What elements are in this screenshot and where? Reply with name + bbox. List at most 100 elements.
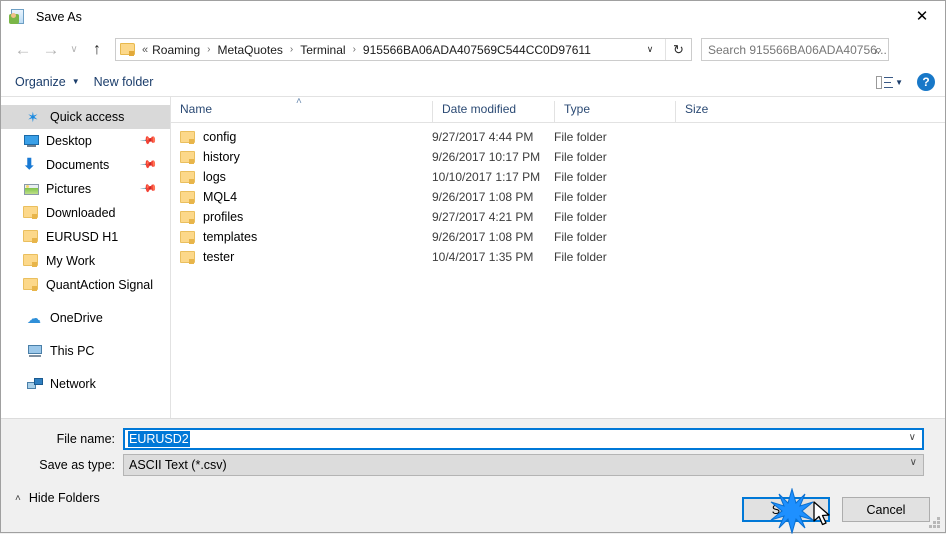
folder-icon xyxy=(23,277,40,293)
star-icon: ✶ xyxy=(27,109,39,125)
sidebar-item-quantaction-signal[interactable]: QuantAction Signal xyxy=(1,273,170,297)
hide-folders-button[interactable]: ˄ Hide Folders xyxy=(15,491,100,505)
table-row[interactable]: profiles 9/27/2017 4:21 PM File folder xyxy=(171,207,945,227)
file-date-cell: 9/26/2017 1:08 PM xyxy=(432,230,534,244)
file-name-input[interactable]: EURUSD2 ∨ xyxy=(123,428,924,450)
pin-icon[interactable]: 📌 xyxy=(140,131,159,150)
sidebar-item-this-pc[interactable]: This PC xyxy=(1,339,170,363)
column-header-size[interactable]: Size xyxy=(675,101,753,122)
window-title: Save As xyxy=(36,9,82,24)
refresh-icon[interactable]: ↻ xyxy=(665,39,691,60)
file-name-cell: logs xyxy=(171,170,432,184)
sidebar-divider xyxy=(1,363,170,372)
sidebar-item-documents[interactable]: ⬇ Documents 📌 xyxy=(1,153,170,177)
save-button[interactable]: Save xyxy=(742,497,830,522)
file-date-cell: 9/26/2017 10:17 PM xyxy=(432,150,541,164)
breadcrumb-separator: › xyxy=(352,44,356,55)
folder-icon xyxy=(180,191,195,204)
documents-icon: ⬇ xyxy=(23,156,36,173)
breadcrumb-item-terminal[interactable]: Terminal xyxy=(298,43,347,57)
resize-grip[interactable] xyxy=(928,516,940,528)
content-panes: ✶ Quick access Desktop 📌 ⬇ Documents 📌 P… xyxy=(1,96,945,418)
sidebar-divider xyxy=(1,330,170,339)
sidebar-item-network[interactable]: Network xyxy=(1,372,170,396)
file-list-pane: Name ˄ Date modified Type Size config 9/… xyxy=(171,96,945,418)
view-options-icon[interactable] xyxy=(876,75,894,89)
command-toolbar: Organize ▼ New folder ▼ ? xyxy=(1,67,945,97)
file-name-cell: profiles xyxy=(171,210,432,224)
back-icon[interactable]: ← xyxy=(9,35,37,65)
table-row[interactable]: tester 10/4/2017 1:35 PM File folder xyxy=(171,247,945,267)
table-row[interactable]: history 9/26/2017 10:17 PM File folder xyxy=(171,147,945,167)
sidebar-item-label: Documents xyxy=(46,158,110,172)
chevron-down-icon[interactable]: ▼ xyxy=(895,78,903,87)
file-name-label: logs xyxy=(203,170,226,184)
save-form: File name: EURUSD2 ∨ Save as type: ASCII… xyxy=(1,418,945,488)
file-name-cell: MQL4 xyxy=(171,190,432,204)
folder-icon xyxy=(23,253,40,269)
pin-icon[interactable]: 📌 xyxy=(140,155,159,174)
new-folder-label: New folder xyxy=(93,74,154,89)
sidebar-item-label: OneDrive xyxy=(50,311,103,325)
sidebar-item-downloaded[interactable]: Downloaded xyxy=(1,201,170,225)
title-bar: Save As ✕ xyxy=(1,1,945,32)
folder-icon xyxy=(180,131,195,144)
column-label: Name xyxy=(180,102,213,116)
folder-icon xyxy=(180,251,195,264)
sidebar-item-pictures[interactable]: Pictures 📌 xyxy=(1,177,170,201)
close-icon[interactable]: ✕ xyxy=(899,1,945,32)
file-name-label: profiles xyxy=(203,210,244,224)
sidebar-item-desktop[interactable]: Desktop 📌 xyxy=(1,129,170,153)
chevron-down-icon[interactable]: ∨ xyxy=(909,432,916,443)
up-icon[interactable]: ↑ xyxy=(83,35,111,65)
chevron-down-icon[interactable]: ∨ xyxy=(910,457,917,468)
new-folder-button[interactable]: New folder xyxy=(94,75,154,89)
folder-icon xyxy=(23,205,40,221)
help-button[interactable]: ? xyxy=(917,73,935,91)
pin-icon[interactable]: 📌 xyxy=(140,179,159,198)
cancel-button[interactable]: Cancel xyxy=(842,497,930,522)
address-bar[interactable]: « Roaming › MetaQuotes › Terminal › 9155… xyxy=(115,38,692,61)
sidebar-item-label: EURUSD H1 xyxy=(46,230,119,244)
column-header-name[interactable]: Name ˄ xyxy=(171,96,432,122)
column-header-date-modified[interactable]: Date modified xyxy=(432,101,554,122)
recent-locations-icon[interactable]: ∨ xyxy=(65,35,83,65)
sidebar-item-onedrive[interactable]: ☁ OneDrive xyxy=(1,306,170,330)
sidebar-item-eurusd-h1[interactable]: EURUSD H1 xyxy=(1,225,170,249)
sidebar-item-quick-access[interactable]: ✶ Quick access xyxy=(1,105,170,129)
hide-folders-label: Hide Folders xyxy=(28,491,100,505)
chevron-down-icon[interactable]: ∨ xyxy=(639,39,661,60)
search-icon: ⌕ xyxy=(874,42,882,57)
cloud-icon: ☁ xyxy=(27,310,41,326)
save-as-icon xyxy=(9,8,27,26)
column-header-type[interactable]: Type xyxy=(554,101,675,122)
search-input[interactable]: Search 915566BA06ADA40756... ⌕ xyxy=(701,38,889,61)
file-type-cell: File folder xyxy=(554,170,607,184)
breadcrumb-item-current[interactable]: 915566BA06ADA407569C544CC0D97611 xyxy=(361,43,593,57)
file-date-cell: 9/27/2017 4:44 PM xyxy=(432,130,534,144)
pictures-icon xyxy=(23,181,40,197)
file-type-cell: File folder xyxy=(554,250,607,264)
table-row[interactable]: logs 10/10/2017 1:17 PM File folder xyxy=(171,167,945,187)
sidebar-item-label: Pictures xyxy=(46,182,92,196)
breadcrumb-item-roaming[interactable]: Roaming xyxy=(150,43,202,57)
sidebar-item-label: Downloaded xyxy=(46,206,116,220)
sidebar-item-label: Network xyxy=(50,377,96,391)
organize-button[interactable]: Organize ▼ xyxy=(15,75,80,89)
file-name-label: history xyxy=(203,150,240,164)
chevron-up-icon: ˄ xyxy=(15,492,21,504)
forward-icon[interactable]: → xyxy=(37,35,65,65)
sidebar-item-my-work[interactable]: My Work xyxy=(1,249,170,273)
sidebar-item-label: QuantAction Signal xyxy=(46,278,154,292)
breadcrumb-item-metaquotes[interactable]: MetaQuotes xyxy=(216,43,285,57)
save-as-type-select[interactable]: ASCII Text (*.csv) ∨ xyxy=(123,454,924,476)
table-row[interactable]: config 9/27/2017 4:44 PM File folder xyxy=(171,127,945,147)
toolbar-right-group: ▼ ? xyxy=(876,67,935,97)
chevron-down-icon: ▼ xyxy=(71,77,80,86)
breadcrumb-lead[interactable]: « xyxy=(140,44,150,56)
breadcrumb-separator: › xyxy=(289,44,294,55)
table-row[interactable]: templates 9/26/2017 1:08 PM File folder xyxy=(171,227,945,247)
navigation-sidebar: ✶ Quick access Desktop 📌 ⬇ Documents 📌 P… xyxy=(1,97,171,418)
file-name-label: config xyxy=(203,130,237,144)
table-row[interactable]: MQL4 9/26/2017 1:08 PM File folder xyxy=(171,187,945,207)
